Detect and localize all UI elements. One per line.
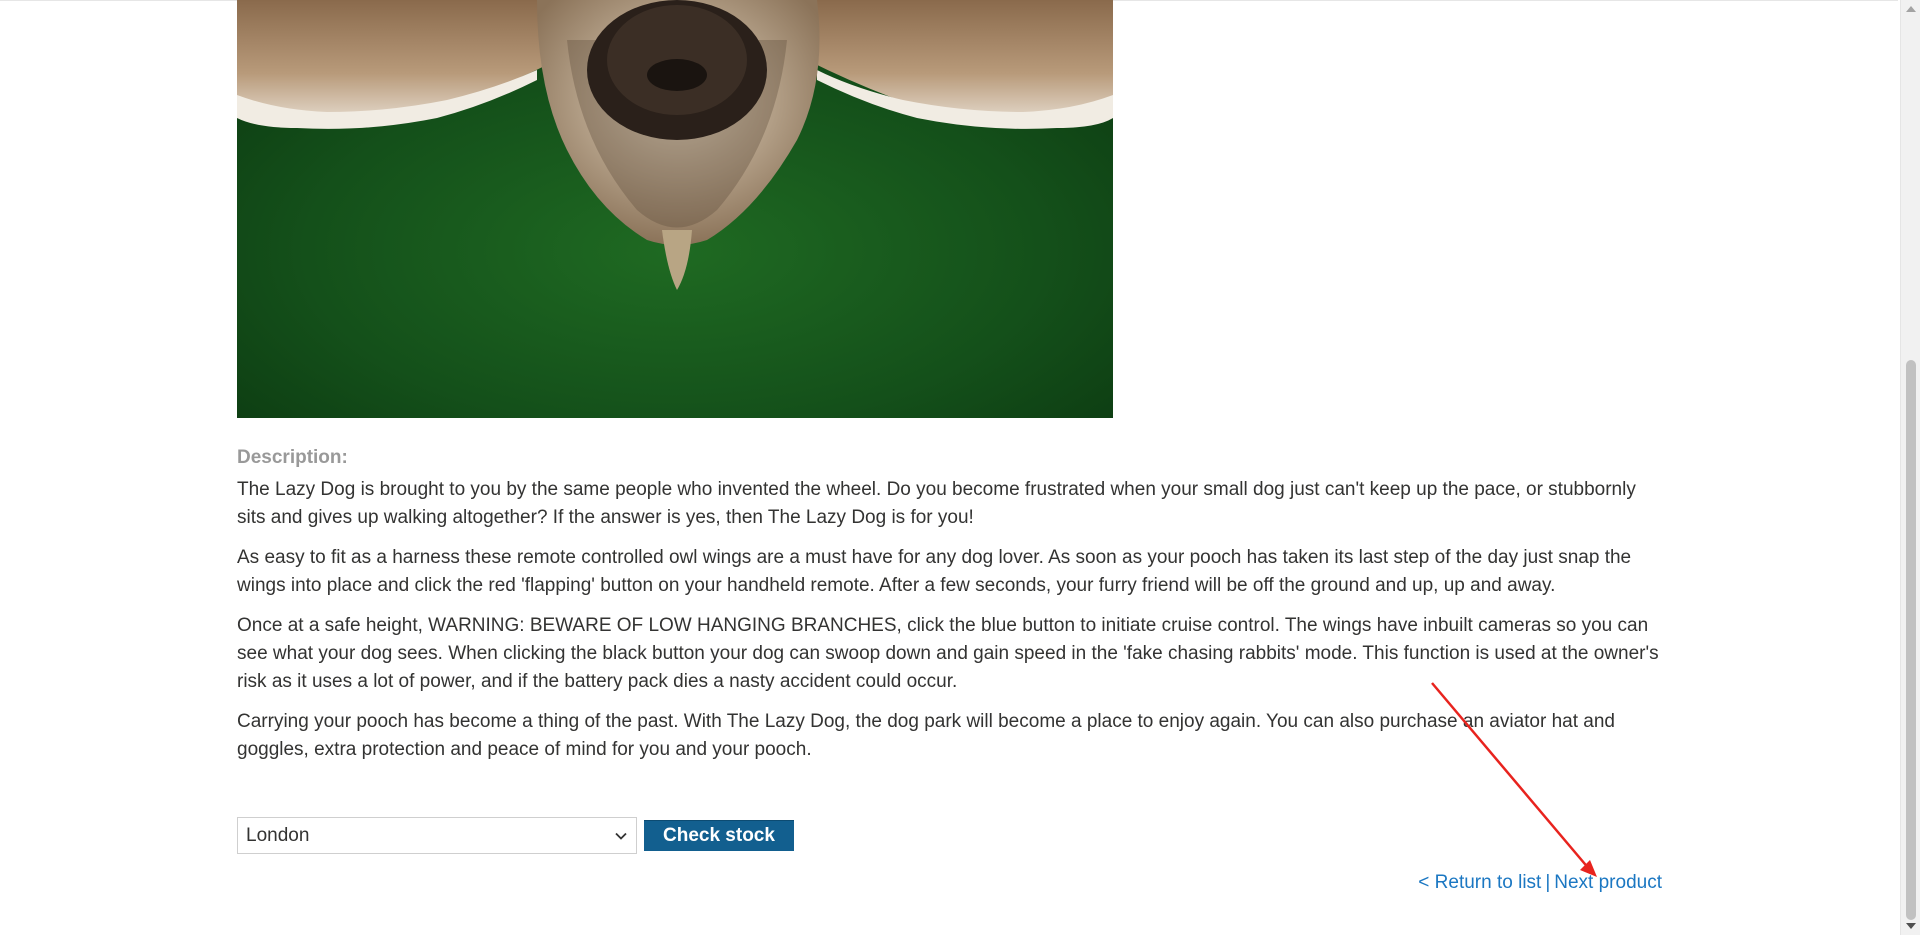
description-paragraph-4: Carrying your pooch has become a thing o… — [237, 711, 1616, 760]
scroll-thumb[interactable] — [1906, 360, 1916, 920]
nav-separator: | — [1545, 872, 1551, 893]
store-select-value: London — [246, 824, 310, 846]
product-image — [237, 0, 1113, 418]
product-image-graphic — [237, 0, 1113, 418]
scroll-up-icon[interactable] — [1906, 6, 1916, 12]
vertical-scrollbar[interactable] — [1900, 0, 1920, 935]
return-to-list-link[interactable]: < Return to list — [1418, 872, 1541, 893]
description-label: Description: — [237, 447, 348, 468]
next-product-link[interactable]: Next product — [1554, 872, 1662, 893]
check-stock-button[interactable]: Check stock — [644, 820, 794, 851]
chevron-down-icon — [615, 832, 627, 840]
description-section: Description: The Lazy Dog is brought to … — [237, 440, 1663, 776]
stock-check-form: London Check stock — [237, 817, 794, 854]
scroll-down-icon[interactable] — [1906, 923, 1916, 929]
description-paragraph-2: As easy to fit as a harness these remote… — [237, 547, 1632, 596]
product-page: Description: The Lazy Dog is brought to … — [0, 0, 1920, 935]
product-nav: < Return to list | Next product — [1418, 872, 1662, 894]
store-select[interactable]: London — [237, 817, 637, 854]
description-paragraph-3: Once at a safe height, WARNING: BEWARE O… — [237, 615, 1659, 692]
description-paragraph-1: The Lazy Dog is brought to you by the sa… — [237, 479, 1636, 528]
